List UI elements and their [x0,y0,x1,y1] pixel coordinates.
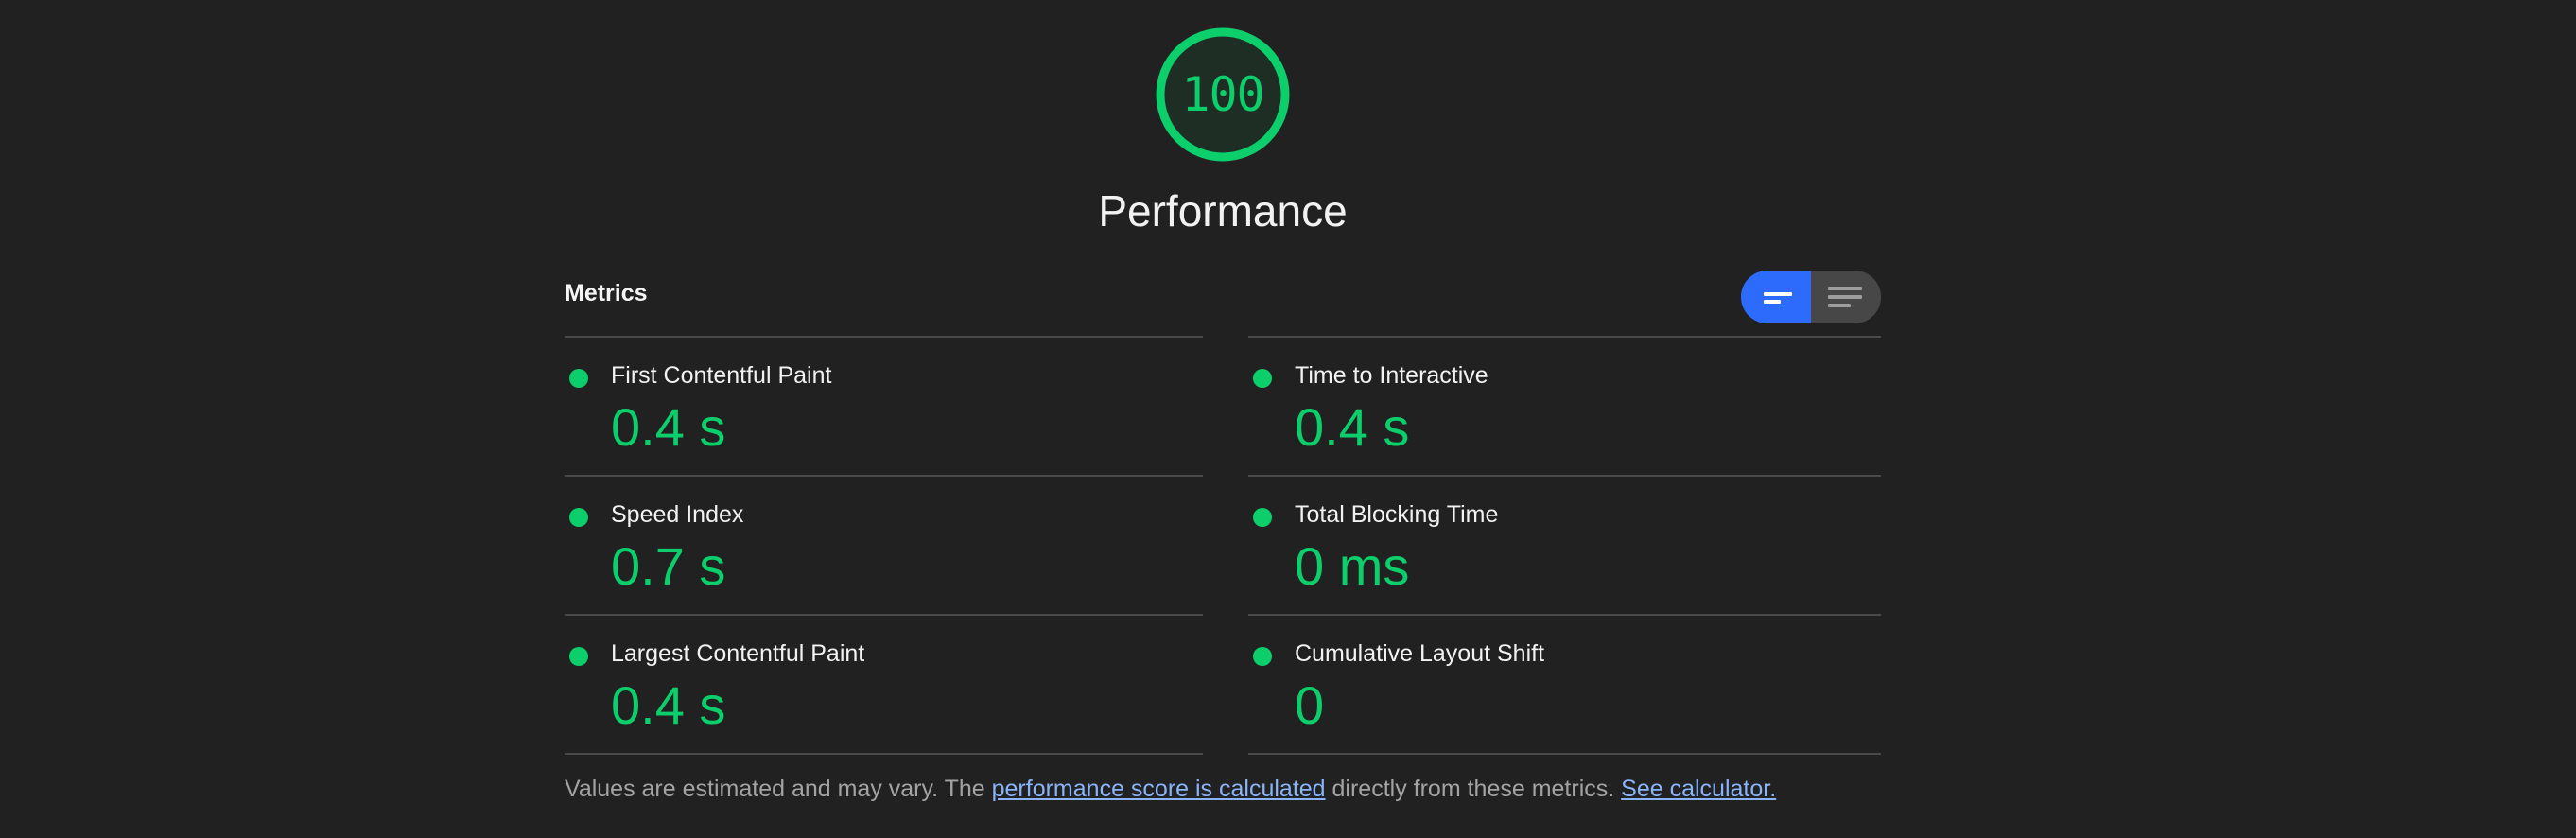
summary-view-icon [1764,292,1792,304]
metrics-header: Metrics [565,280,648,306]
footnote-text-middle: directly from these metrics. [1325,776,1622,802]
see-calculator-link[interactable]: See calculator. [1621,776,1776,802]
metric-first-contentful-paint: First Contentful Paint 0.4 s [565,336,1203,475]
pass-indicator-icon [1253,369,1272,388]
metric-largest-contentful-paint: Largest Contentful Paint 0.4 s [565,614,1203,755]
footnote-text: Values are estimated and may vary. The [565,776,992,802]
metric-value: 0.4 s [611,397,726,457]
metric-title: Speed Index [611,501,744,528]
pass-indicator-icon [569,369,588,388]
gauge-score: 100 [1181,67,1264,122]
performance-score-link[interactable]: performance score is calculated [992,776,1326,802]
metric-value: 0.4 s [1295,397,1410,457]
summary-view-button[interactable] [1741,271,1811,323]
metric-total-blocking-time: Total Blocking Time 0 ms [1248,475,1881,614]
performance-report: 100 Performance Metrics First Contentful… [0,0,2576,838]
detailed-view-button[interactable] [1811,271,1881,323]
metric-speed-index: Speed Index 0.7 s [565,475,1203,614]
metric-value: 0 ms [1295,536,1410,596]
metric-value: 0.7 s [611,536,726,596]
pass-indicator-icon [569,647,588,666]
metric-title: Time to Interactive [1295,362,1488,389]
metrics-column-right: Time to Interactive 0.4 s Total Blocking… [1248,336,1881,755]
metrics-footnote: Values are estimated and may vary. The p… [565,776,1776,803]
pass-indicator-icon [1253,508,1272,527]
metric-title: Cumulative Layout Shift [1295,640,1545,667]
metric-time-to-interactive: Time to Interactive 0.4 s [1248,336,1881,475]
detailed-view-icon [1828,287,1862,307]
pass-indicator-icon [1253,647,1272,666]
metric-cumulative-layout-shift: Cumulative Layout Shift 0 [1248,614,1881,755]
pass-indicator-icon [569,508,588,527]
metric-value: 0 [1295,675,1325,735]
metric-value: 0.4 s [611,675,726,735]
metric-title: First Contentful Paint [611,362,832,389]
metric-title: Total Blocking Time [1295,501,1499,528]
gauge-label: Performance [1098,186,1348,236]
performance-score-gauge[interactable]: 100 [1155,26,1291,163]
metrics-view-toggle[interactable] [1741,271,1881,323]
metrics-column-left: First Contentful Paint 0.4 s Speed Index… [565,336,1203,755]
metric-title: Largest Contentful Paint [611,640,865,667]
